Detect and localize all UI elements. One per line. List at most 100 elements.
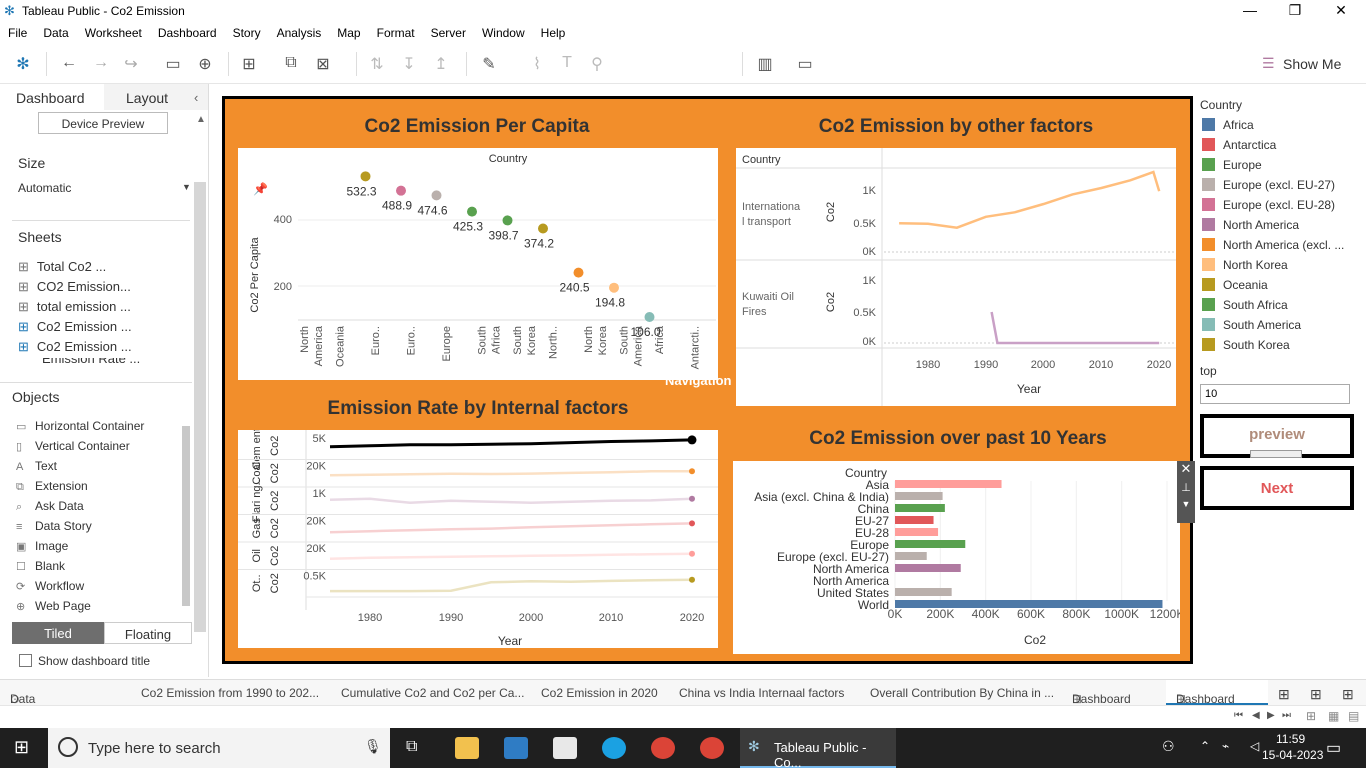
undo-icon[interactable]: ← [58, 54, 80, 74]
clock-date[interactable]: 15-04-2023 [1262, 748, 1323, 762]
nav-last-icon[interactable]: ⏭ [1282, 710, 1291, 721]
top-input[interactable] [1200, 384, 1350, 404]
replay-icon[interactable]: ↪ [120, 54, 142, 74]
tab-sheet[interactable]: Co2 Emission from 1990 to 202... [141, 686, 319, 700]
chart4-card[interactable]: Country 0K200K400K600K800K1000K1200K Asi… [733, 461, 1184, 654]
save-icon[interactable]: ▭ [162, 54, 184, 74]
swap-icon[interactable]: ⇅ [366, 54, 388, 74]
object-blank[interactable]: ☐ Blank [16, 559, 65, 573]
navigation-text[interactable]: Navigation [665, 373, 731, 388]
remove-icon[interactable]: ✕ [1177, 461, 1195, 477]
windows-start-icon[interactable]: ⊞ [14, 737, 29, 758]
chrome-icon[interactable] [651, 737, 675, 759]
duplicate-icon[interactable]: ⧉ [280, 54, 302, 74]
sheet-item[interactable]: ⊞ CO2 Emission... [18, 279, 131, 295]
chart4-svg[interactable]: Country 0K200K400K600K800K1000K1200K Asi… [733, 461, 1184, 654]
tab-sheet[interactable]: Overall Contribution By China in ... [870, 686, 1054, 700]
tab-sheet[interactable]: Cumulative Co2 and Co2 per Ca... [341, 686, 524, 700]
taskbar-app-tableau[interactable]: ✻ Tableau Public - Co... [740, 728, 896, 770]
sheet-item-clipped[interactable]: Emission Rate ... [18, 358, 188, 366]
new-worksheet-tab-icon[interactable]: ⊞ [1278, 686, 1290, 703]
floating-button[interactable]: Floating [104, 622, 192, 644]
new-worksheet-icon[interactable]: ⊞ [238, 54, 260, 74]
tab-sheet[interactable]: Co2 Emission in 2020 [541, 686, 658, 700]
nav-prev-icon[interactable]: ◀ [1252, 710, 1260, 721]
notifications-icon[interactable]: ▭ [1326, 738, 1341, 758]
legend-item[interactable]: North America [1202, 218, 1299, 232]
menu-analysis[interactable]: Analysis [269, 22, 330, 40]
new-story-tab-icon[interactable]: ⊞ [1342, 686, 1354, 703]
chart2-svg[interactable]: Country Internationa l transport Kuwaiti… [736, 148, 1176, 406]
restore-icon[interactable]: ❐ [1280, 2, 1310, 20]
highlight-icon[interactable]: ✎ [478, 54, 500, 74]
object-text[interactable]: A Text [16, 459, 57, 473]
new-datasource-icon[interactable]: ⊕ [194, 54, 216, 74]
resize-handle[interactable] [1250, 450, 1302, 458]
menu-format[interactable]: Format [369, 22, 423, 40]
menu-window[interactable]: Window [474, 22, 533, 40]
sheet-item[interactable]: ⊞ total emission ... [18, 299, 131, 315]
new-dashboard-tab-icon[interactable]: ⊞ [1310, 686, 1322, 703]
tab-sheet[interactable]: China vs India Internaal factors [679, 686, 844, 700]
object-workflow[interactable]: ⟳ Workflow [16, 579, 84, 593]
show-me-button[interactable]: Show Me [1283, 56, 1341, 72]
sort-asc-icon[interactable]: ↧ [398, 54, 420, 74]
mail-icon[interactable] [553, 737, 577, 759]
object-ask-data[interactable]: ⌕ Ask Data [16, 499, 84, 514]
scroll-up-icon[interactable]: ▲ [196, 114, 206, 125]
menu-story[interactable]: Story [225, 22, 269, 40]
close-icon[interactable]: ✕ [1326, 2, 1356, 20]
tab-dashboard[interactable]: Dashboard [16, 90, 85, 106]
menu-file[interactable]: File [0, 22, 35, 40]
legend-item[interactable]: North America (excl. ... [1202, 238, 1344, 252]
legend-item[interactable]: North Korea [1202, 258, 1288, 272]
minimize-icon[interactable]: — [1235, 2, 1265, 20]
menu-data[interactable]: Data [35, 22, 76, 40]
menu-map[interactable]: Map [329, 22, 368, 40]
grid-view-icon[interactable]: ⊞ [1306, 709, 1316, 723]
legend-item[interactable]: Europe (excl. EU-28) [1202, 198, 1335, 212]
sheet-item[interactable]: ⊞ Total Co2 ... [18, 259, 106, 275]
next-button[interactable]: Next [1200, 466, 1354, 510]
show-title-checkbox[interactable] [19, 654, 32, 667]
object-vertical-container[interactable]: ▯ Vertical Container [16, 439, 130, 453]
object-extension[interactable]: ⧉ Extension [16, 479, 88, 494]
sheet-item[interactable]: ⊞ Co2 Emission ... [18, 319, 132, 335]
object-horizontal-container[interactable]: ▭ Horizontal Container [16, 419, 144, 433]
chart1-svg[interactable]: Country Co2 Per Capita 📌 400 200 532.3 48… [238, 148, 718, 380]
collapse-icon[interactable]: ‹ [194, 90, 198, 105]
chart3-svg[interactable]: Cem ent.. Co2 5KCoal Co2 20KFlari ng.. Co2 1KG… [238, 422, 718, 648]
attach-icon[interactable]: ⌇ [526, 54, 548, 74]
selection-toolbar[interactable]: ✕ ⊥ ▼ [1177, 461, 1195, 523]
chevron-up-icon[interactable]: ⌃ [1200, 739, 1210, 753]
tiled-button[interactable]: Tiled [12, 622, 104, 644]
size-dropdown-arrow-icon[interactable]: ▼ [182, 182, 191, 192]
clock-time[interactable]: 11:59 [1276, 732, 1305, 746]
object-data-story[interactable]: ≡ Data Story [16, 519, 92, 533]
nav-first-icon[interactable]: ⏮ [1234, 710, 1243, 721]
taskbar-search[interactable]: Type here to search 🎙 [48, 728, 390, 768]
pin-icon[interactable]: ⚲ [586, 54, 608, 74]
menu-server[interactable]: Server [423, 22, 474, 40]
legend-item[interactable]: South Korea [1202, 338, 1290, 352]
legend-item[interactable]: Antarctica [1202, 138, 1276, 152]
show-me-icon[interactable]: ☰ [1262, 55, 1275, 72]
tableau-home-icon[interactable]: ✻ [12, 54, 34, 74]
network-icon[interactable]: ⌁ [1222, 739, 1229, 753]
volume-icon[interactable]: ◁ [1250, 739, 1259, 753]
object-image[interactable]: ▣ Image [16, 539, 68, 553]
redo-icon[interactable]: → [90, 54, 112, 74]
legend-item[interactable]: South Africa [1202, 298, 1288, 312]
tab-layout[interactable]: Layout [126, 90, 168, 106]
float-icon[interactable]: ⊥ [1177, 481, 1195, 494]
menu-worksheet[interactable]: Worksheet [77, 22, 150, 40]
presentation-icon[interactable]: ▭ [794, 54, 816, 74]
filmstrip-icon[interactable]: ▦ [1328, 709, 1339, 723]
legend-item[interactable]: South America [1202, 318, 1301, 332]
menu-dashboard[interactable]: Dashboard [150, 22, 225, 40]
chart3-card[interactable]: Cem ent.. Co2 5K Coal Co2 20K Flari ng.. Co2 1K G… [238, 422, 718, 648]
microphone-icon[interactable]: 🎙 [364, 738, 382, 755]
legend-item[interactable]: Africa [1202, 118, 1254, 132]
clear-icon[interactable]: ⊠ [312, 54, 334, 74]
device-preview-button[interactable]: Device Preview [38, 112, 168, 134]
